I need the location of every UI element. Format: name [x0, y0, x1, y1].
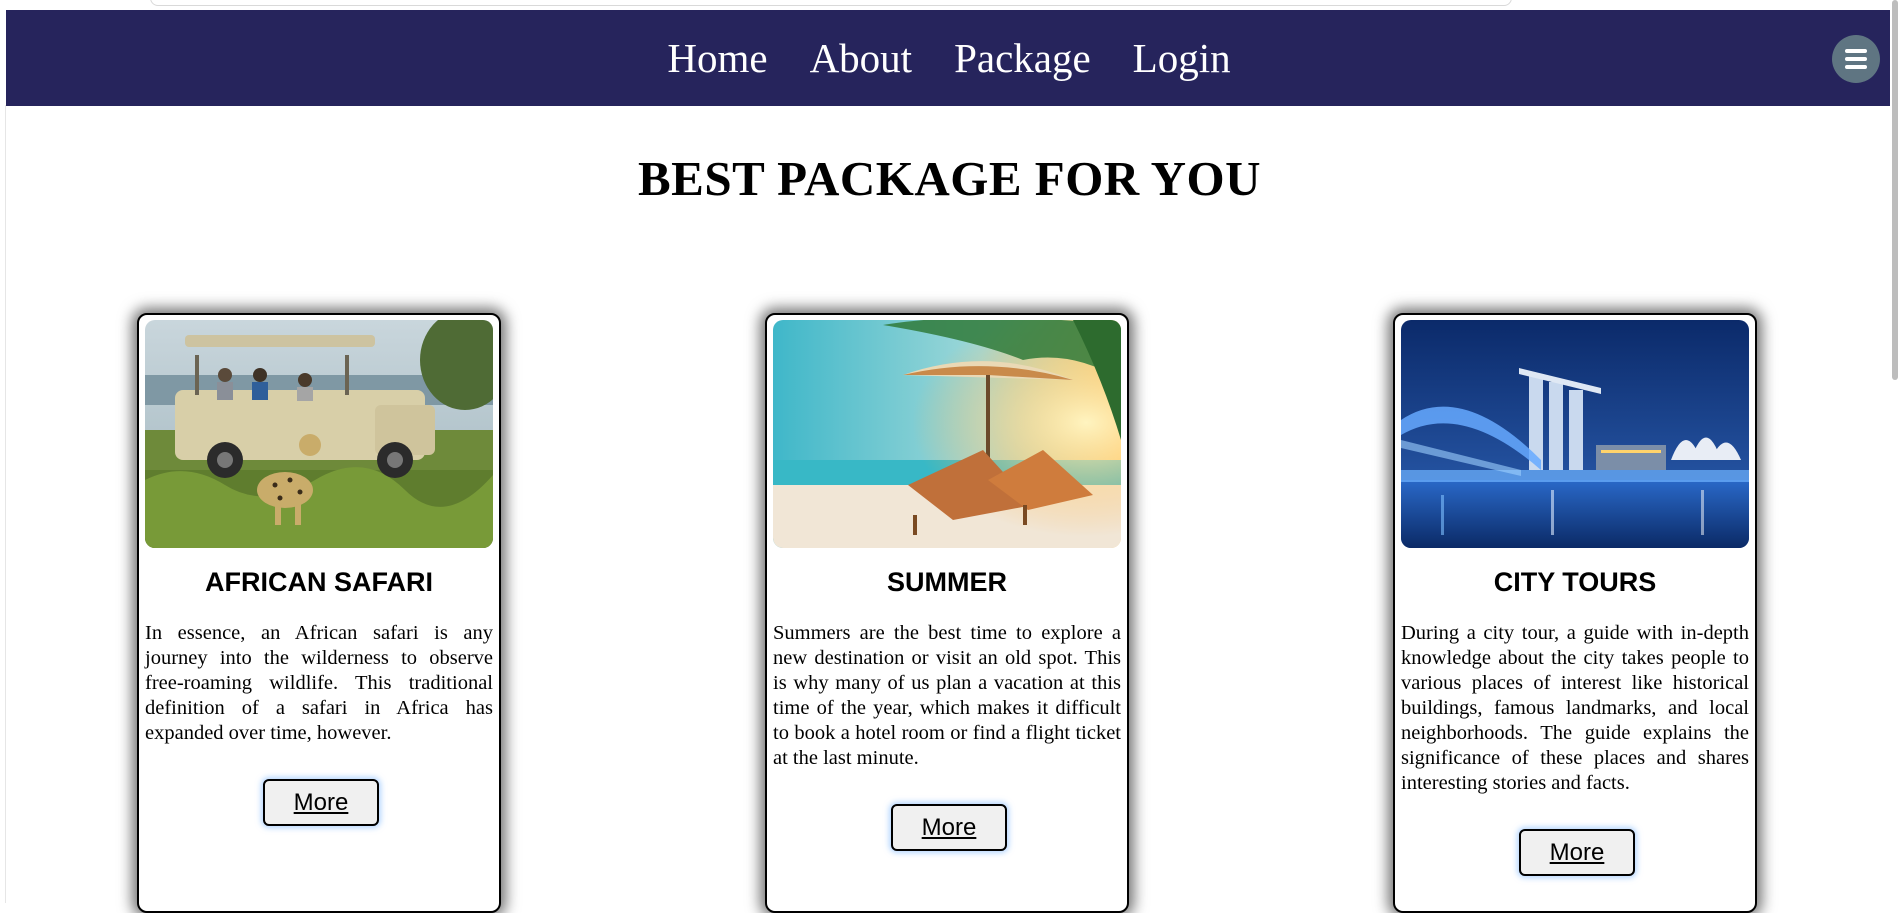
- menu-bar: [1845, 57, 1867, 61]
- menu-bar: [1845, 49, 1867, 53]
- card-description: In essence, an African safari is any jou…: [145, 622, 493, 744]
- page-edge: [5, 105, 6, 903]
- card-description: Summers are the best time to explore a n…: [773, 622, 1121, 769]
- hamburger-icon[interactable]: [1832, 35, 1880, 83]
- top-navbar: Home About Package Login: [6, 10, 1890, 106]
- package-card-african-safari: AFRICAN SAFARI In essence, an African sa…: [137, 313, 501, 913]
- safari-jeep-leopard-image: [145, 320, 493, 548]
- package-card-city-tours: CITY TOURS During a city tour, a guide w…: [1393, 313, 1757, 913]
- card-description: During a city tour, a guide with in-dept…: [1401, 622, 1749, 794]
- nav-link-package[interactable]: Package: [954, 34, 1091, 82]
- nav-link-about[interactable]: About: [810, 34, 913, 82]
- nav-links: Home About Package Login: [6, 10, 1890, 106]
- page-heading: BEST PACKAGE FOR YOU: [637, 151, 1262, 206]
- more-button[interactable]: More: [263, 779, 379, 826]
- more-button[interactable]: More: [891, 804, 1007, 851]
- more-button[interactable]: More: [1519, 829, 1635, 876]
- beach-umbrella-loungers-image: [773, 320, 1121, 548]
- nav-link-login[interactable]: Login: [1133, 34, 1231, 82]
- menu-bar: [1845, 65, 1867, 69]
- package-card-summer: SUMMER Summers are the best time to expl…: [765, 313, 1129, 913]
- browser-chrome-edge: [150, 0, 1512, 6]
- card-title: AFRICAN SAFARI: [205, 567, 433, 597]
- nav-link-home[interactable]: Home: [667, 34, 767, 82]
- card-title: CITY TOURS: [1493, 567, 1657, 597]
- city-skyline-night-image: [1401, 320, 1749, 548]
- card-title: SUMMER: [887, 567, 1007, 597]
